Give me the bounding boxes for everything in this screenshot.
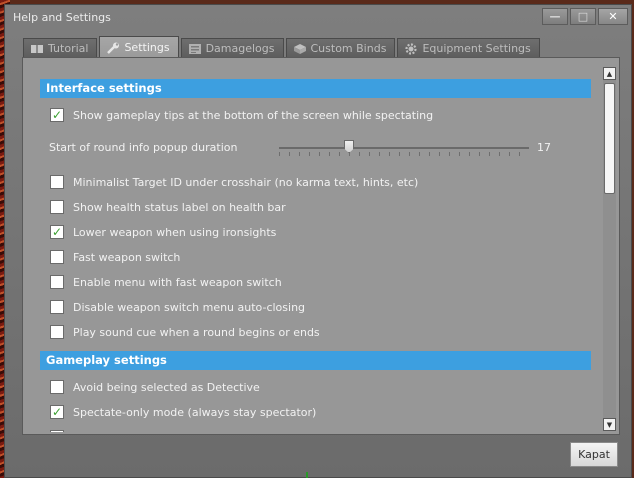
maximize-button[interactable]: □ (570, 8, 596, 25)
checkbox-checked[interactable]: ✓ (50, 225, 64, 239)
option-partial-row[interactable] (40, 428, 591, 432)
settings-panel: Interface settings ✓ Show gameplay tips … (22, 57, 620, 435)
crosshair-fragment (306, 472, 308, 478)
scroll-down-icon[interactable]: ▼ (603, 418, 616, 431)
slider-track[interactable] (279, 147, 529, 149)
tab-damagelogs[interactable]: Damagelogs (180, 38, 284, 58)
checkbox[interactable] (50, 325, 64, 339)
scrollbar-thumb[interactable] (604, 83, 615, 194)
option-popup-duration: Start of round info popup duration 17 (40, 139, 591, 157)
option-label: Show gameplay tips at the bottom of the … (73, 108, 434, 122)
option-health-label[interactable]: Show health status label on health bar (40, 198, 591, 216)
option-label: Play sound cue when a round begins or en… (73, 325, 320, 339)
checkbox[interactable] (50, 200, 64, 214)
section-header-gameplay: Gameplay settings (40, 351, 591, 370)
option-label: Avoid being selected as Detective (73, 380, 260, 394)
checkbox[interactable] (50, 275, 64, 289)
scroll-up-icon[interactable]: ▲ (603, 67, 616, 80)
book-icon (30, 43, 44, 55)
tab-bar: Tutorial Settings Damagelogs Custom Bind… (23, 36, 540, 58)
option-menu-fast-switch[interactable]: Enable menu with fast weapon switch (40, 273, 591, 291)
slider-label: Start of round info popup duration (49, 141, 238, 154)
window-title: Help and Settings (13, 11, 111, 24)
option-sound-cue[interactable]: Play sound cue when a round begins or en… (40, 323, 591, 341)
tab-label: Damagelogs (205, 42, 275, 55)
tab-label: Equipment Settings (422, 42, 531, 55)
option-fast-weapon-switch[interactable]: Fast weapon switch (40, 248, 591, 266)
option-label: Show health status label on health bar (73, 200, 286, 214)
tab-label: Settings (124, 41, 170, 54)
checkbox[interactable] (50, 380, 64, 394)
gear-icon (404, 42, 418, 55)
checkbox-checked[interactable]: ✓ (50, 108, 64, 122)
option-label: Spectate-only mode (always stay spectato… (73, 405, 317, 419)
settings-content: Interface settings ✓ Show gameplay tips … (40, 75, 591, 432)
option-minimalist-target-id[interactable]: Minimalist Target ID under crosshair (no… (40, 173, 591, 191)
checkbox[interactable] (50, 175, 64, 189)
title-bar[interactable]: Help and Settings — □ ✕ (5, 5, 631, 29)
checkbox-checked[interactable]: ✓ (50, 405, 64, 419)
option-disable-autoclose[interactable]: Disable weapon switch menu auto-closing (40, 298, 591, 316)
settings-window: Help and Settings — □ ✕ Tutorial Setting… (4, 4, 632, 478)
close-window-button[interactable]: ✕ (598, 8, 628, 25)
option-label: Lower weapon when using ironsights (73, 225, 277, 239)
tab-custom-binds[interactable]: Custom Binds (285, 38, 396, 58)
box-icon (293, 43, 307, 55)
minimize-button[interactable]: — (542, 8, 568, 25)
log-icon (188, 43, 202, 55)
slider-value: 17 (537, 141, 551, 154)
tab-settings[interactable]: Settings (99, 36, 179, 58)
option-spectate-only[interactable]: ✓ Spectate-only mode (always stay specta… (40, 403, 591, 421)
checkbox[interactable] (50, 250, 64, 264)
option-label: Disable weapon switch menu auto-closing (73, 300, 306, 314)
tab-label: Tutorial (48, 42, 89, 55)
option-label: Minimalist Target ID under crosshair (no… (73, 175, 419, 189)
checkbox[interactable] (50, 430, 64, 432)
slider-ticks (279, 152, 529, 156)
checkbox[interactable] (50, 300, 64, 314)
tab-tutorial[interactable]: Tutorial (23, 38, 98, 58)
option-gameplay-tips[interactable]: ✓ Show gameplay tips at the bottom of th… (40, 106, 591, 124)
wrench-icon (106, 42, 120, 54)
close-button[interactable]: Kapat (570, 442, 618, 467)
window-controls: — □ ✕ (542, 8, 628, 25)
tab-equipment-settings[interactable]: Equipment Settings (397, 38, 540, 58)
option-avoid-detective[interactable]: Avoid being selected as Detective (40, 378, 591, 396)
option-label: Enable menu with fast weapon switch (73, 275, 282, 289)
option-label: Fast weapon switch (73, 250, 181, 264)
option-lower-weapon[interactable]: ✓ Lower weapon when using ironsights (40, 223, 591, 241)
section-header-interface: Interface settings (40, 79, 591, 98)
vertical-scrollbar[interactable]: ▲ ▼ (603, 67, 616, 431)
tab-label: Custom Binds (310, 42, 387, 55)
